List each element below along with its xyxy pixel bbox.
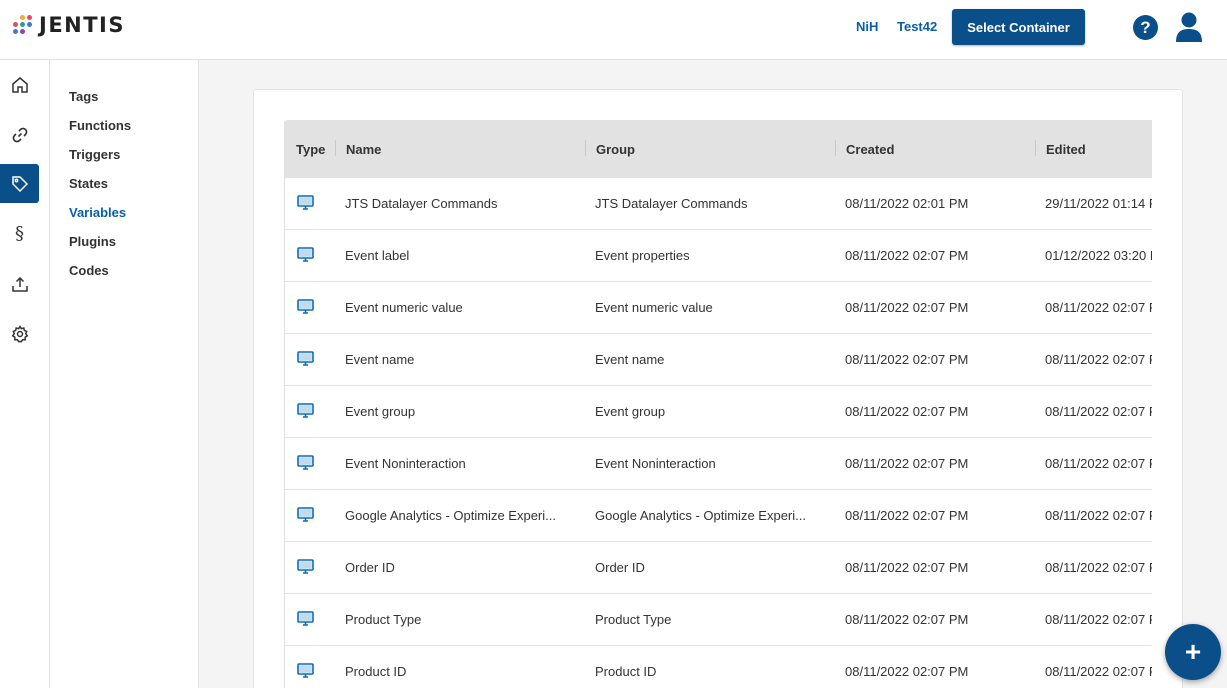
monitor-icon xyxy=(297,663,314,678)
table-row[interactable]: Product ID Product ID 08/11/2022 02:07 PM 0… xyxy=(285,646,1152,688)
monitor-icon xyxy=(297,247,314,262)
table-row[interactable]: Product Type Product Type 08/11/2022 02:07… xyxy=(285,594,1152,646)
cell-group: Event numeric value xyxy=(595,300,713,315)
user-link[interactable]: NiH xyxy=(856,19,878,34)
column-separator xyxy=(835,140,836,156)
cell-group: Event group xyxy=(595,404,666,419)
cell-name: Event label xyxy=(345,248,410,263)
cell-edited: 29/11/2022 01:14 PM xyxy=(1045,196,1152,211)
cell-group: Event properties xyxy=(595,248,690,263)
submenu-item-plugins[interactable]: Plugins xyxy=(69,234,116,249)
home-icon[interactable] xyxy=(0,65,39,104)
monitor-icon xyxy=(297,611,314,626)
cell-created: 08/11/2022 02:07 PM xyxy=(845,560,969,575)
monitor-icon xyxy=(297,195,314,210)
cell-created: 08/11/2022 02:07 PM xyxy=(845,508,969,523)
cell-edited: 08/11/2022 02:07 PM xyxy=(1045,456,1152,471)
cell-name: Event name xyxy=(345,352,415,367)
cell-edited: 01/12/2022 03:20 PM xyxy=(1045,248,1152,263)
link-icon[interactable] xyxy=(0,115,39,154)
cell-name: Google Analytics - Optimize Experi... xyxy=(345,508,556,523)
column-separator xyxy=(585,140,586,156)
table-row[interactable]: Event group Event group 08/11/2022 02:07 P… xyxy=(285,386,1152,438)
tag-icon[interactable] xyxy=(0,164,39,203)
cell-created: 08/11/2022 02:01 PM xyxy=(845,196,969,211)
cell-group: Event Noninteraction xyxy=(595,456,716,471)
monitor-icon xyxy=(297,299,314,314)
column-separator xyxy=(335,140,336,156)
table-header: Type Name Group Created Edited xyxy=(285,120,1152,178)
cell-created: 08/11/2022 02:07 PM xyxy=(845,456,969,471)
monitor-icon xyxy=(297,559,314,574)
account-link[interactable]: Test42 xyxy=(897,19,937,34)
table-row[interactable]: Event name Event name 08/11/2022 02:07 PM 0… xyxy=(285,334,1152,386)
user-icon[interactable] xyxy=(1175,12,1203,42)
cell-name: Product Type xyxy=(345,612,422,627)
table-row[interactable]: Google Analytics - Optimize Experi... Goo… xyxy=(285,490,1152,542)
submenu-item-tags[interactable]: Tags xyxy=(69,89,98,104)
cell-created: 08/11/2022 02:07 PM xyxy=(845,664,969,679)
monitor-icon xyxy=(297,403,314,418)
monitor-icon xyxy=(297,351,314,366)
cell-group: Event name xyxy=(595,352,665,367)
cell-group: Google Analytics - Optimize Experi... xyxy=(595,508,806,523)
column-header-name[interactable]: Name xyxy=(346,142,381,157)
logo-text: JENTIS xyxy=(39,13,125,37)
cell-edited: 08/11/2022 02:07 PM xyxy=(1045,508,1152,523)
select-container-button[interactable]: Select Container xyxy=(952,9,1085,45)
add-variable-button[interactable]: + xyxy=(1165,624,1221,680)
column-header-group[interactable]: Group xyxy=(596,142,635,157)
cell-created: 08/11/2022 02:07 PM xyxy=(845,612,969,627)
cell-group: Product ID xyxy=(595,664,657,679)
cell-name: Product ID xyxy=(345,664,407,679)
upload-icon[interactable] xyxy=(0,264,39,303)
icon-rail: § xyxy=(0,60,50,688)
logo-mark-icon xyxy=(13,15,33,35)
cell-edited: 08/11/2022 02:07 PM xyxy=(1045,404,1152,419)
cell-group: Order ID xyxy=(595,560,645,575)
monitor-icon xyxy=(297,507,314,522)
column-separator xyxy=(1035,140,1036,156)
column-header-created[interactable]: Created xyxy=(846,142,894,157)
submenu-item-functions[interactable]: Functions xyxy=(69,118,131,133)
cell-edited: 08/11/2022 02:07 PM xyxy=(1045,352,1152,367)
table-row[interactable]: Event label Event properties 08/11/2022 02… xyxy=(285,230,1152,282)
cell-edited: 08/11/2022 02:07 PM xyxy=(1045,560,1152,575)
submenu-item-states[interactable]: States xyxy=(69,176,108,191)
cell-group: JTS Datalayer Commands xyxy=(595,196,748,211)
table-row[interactable]: Order ID Order ID 08/11/2022 02:07 PM 08/11… xyxy=(285,542,1152,594)
cell-edited: 08/11/2022 02:07 PM xyxy=(1045,300,1152,315)
cell-name: Event numeric value xyxy=(345,300,463,315)
plus-icon: + xyxy=(1184,636,1202,667)
jentis-logo[interactable]: JENTIS xyxy=(13,13,125,37)
gear-icon[interactable] xyxy=(0,314,39,353)
table-row[interactable]: JTS Datalayer Commands JTS Datalayer Comm… xyxy=(285,178,1152,230)
submenu-item-codes[interactable]: Codes xyxy=(69,263,109,278)
variables-table: Type Name Group Created Edited JTS Datal… xyxy=(284,120,1152,688)
section-submenu: Tags Functions Triggers States Variables… xyxy=(50,60,199,688)
column-header-edited[interactable]: Edited xyxy=(1046,142,1086,157)
cell-group: Product Type xyxy=(595,612,672,627)
cell-created: 08/11/2022 02:07 PM xyxy=(845,404,969,419)
paragraph-icon[interactable]: § xyxy=(0,214,39,253)
cell-name: JTS Datalayer Commands xyxy=(345,196,498,211)
table-row[interactable]: Event Noninteraction Event Noninteraction… xyxy=(285,438,1152,490)
table-row[interactable]: Event numeric value Event numeric value 08… xyxy=(285,282,1152,334)
cell-created: 08/11/2022 02:07 PM xyxy=(845,248,969,263)
column-header-type[interactable]: Type xyxy=(296,142,325,157)
top-header: JENTIS NiH Test42 Select Container ? xyxy=(0,0,1227,60)
submenu-item-triggers[interactable]: Triggers xyxy=(69,147,120,162)
submenu-item-variables[interactable]: Variables xyxy=(69,205,126,220)
cell-created: 08/11/2022 02:07 PM xyxy=(845,352,969,367)
cell-name: Event Noninteraction xyxy=(345,456,466,471)
monitor-icon xyxy=(297,455,314,470)
cell-name: Order ID xyxy=(345,560,395,575)
cell-created: 08/11/2022 02:07 PM xyxy=(845,300,969,315)
cell-name: Event group xyxy=(345,404,416,419)
cell-edited: 08/11/2022 02:07 PM xyxy=(1045,664,1152,679)
help-icon[interactable]: ? xyxy=(1133,15,1158,40)
cell-edited: 08/11/2022 02:07 PM xyxy=(1045,612,1152,627)
